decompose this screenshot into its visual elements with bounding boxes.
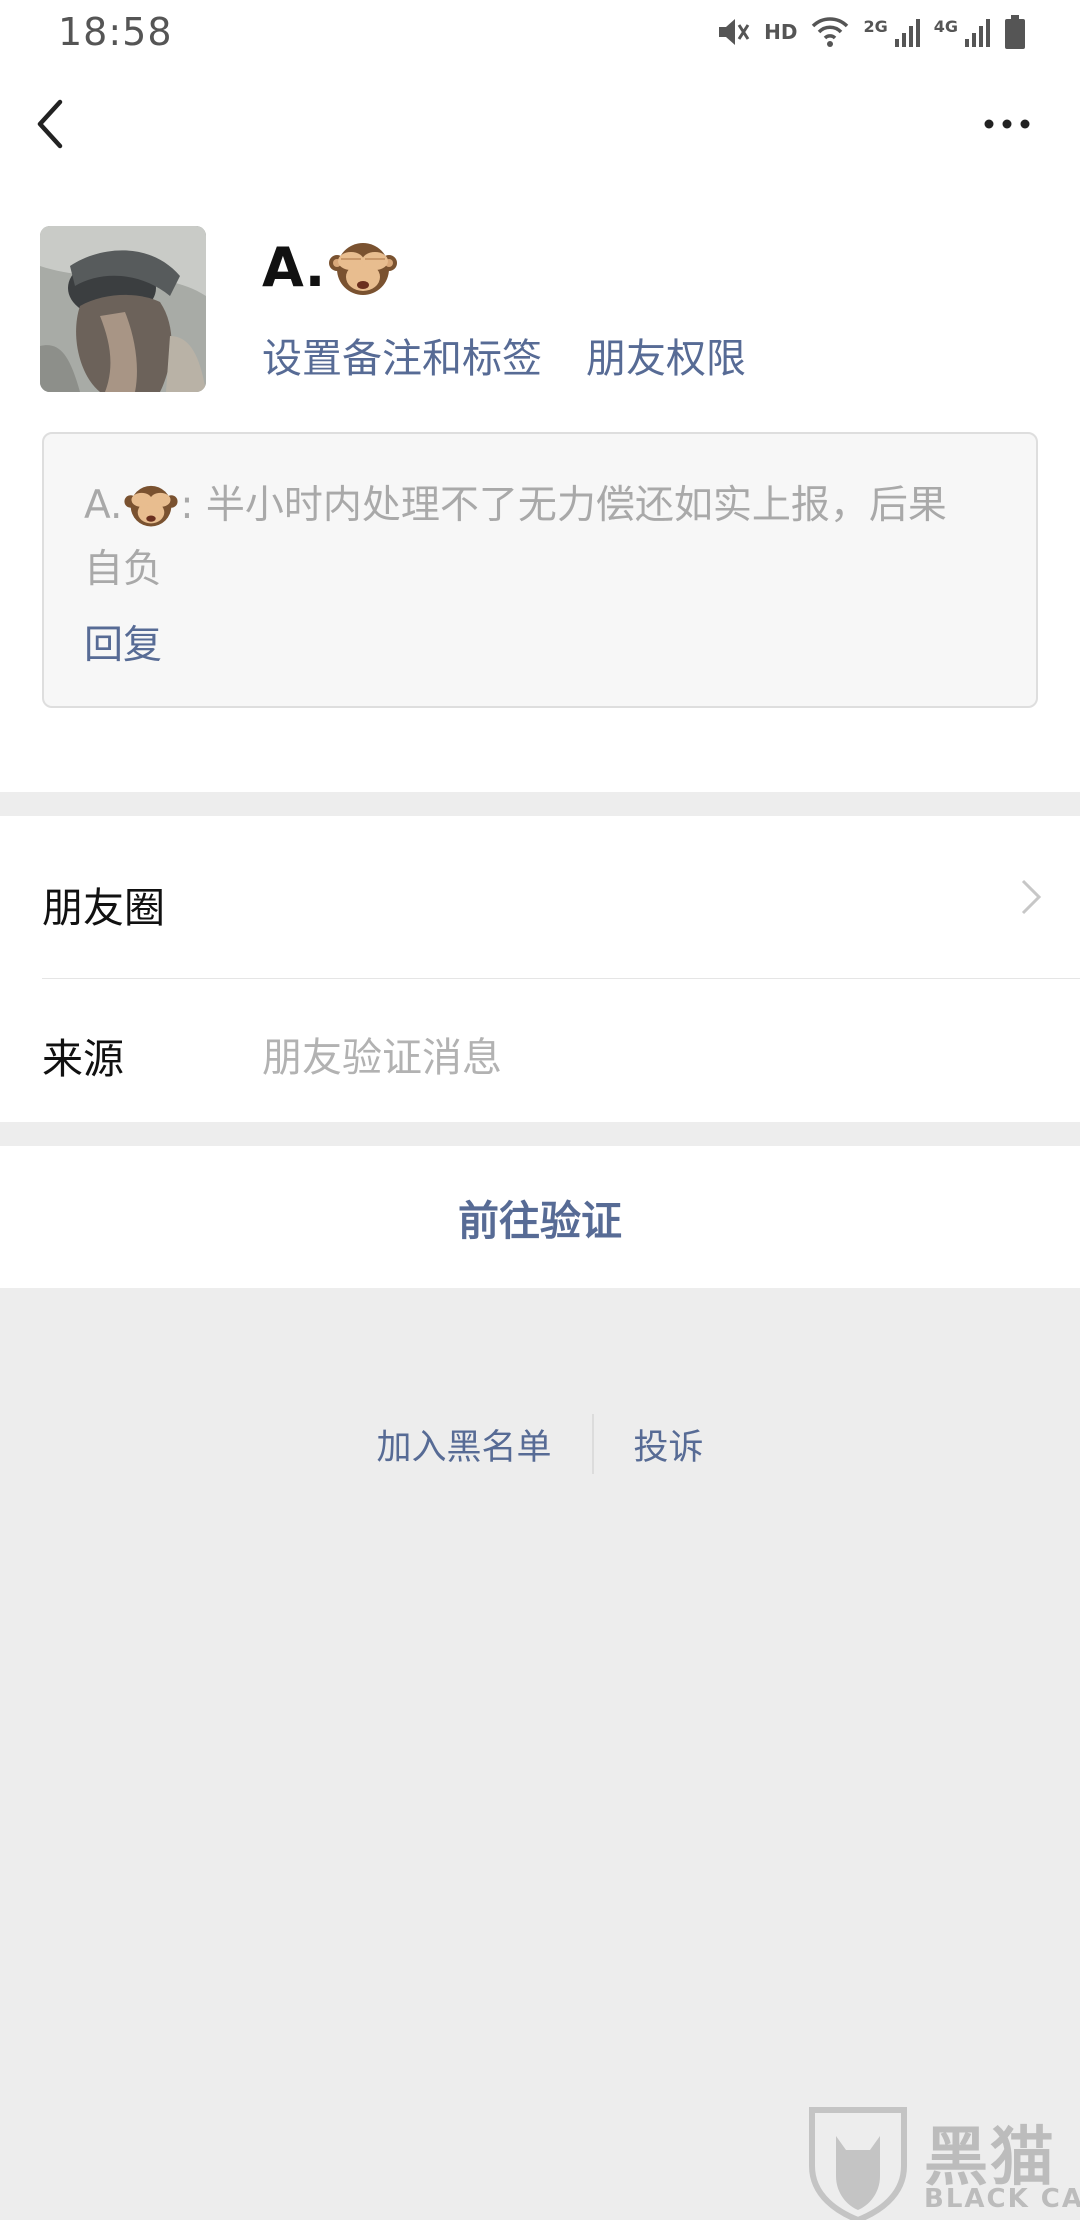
moments-row[interactable]: 朋友圈 (0, 816, 1080, 978)
signal-icon (964, 17, 990, 47)
bottom-actions: 加入黑名单 投诉 (0, 1412, 1080, 1476)
mute-icon (716, 15, 750, 49)
watermark-en: BLACK CAT (924, 2184, 1080, 2214)
battery-icon (1004, 15, 1026, 49)
status-icons: HD 2G 4G (716, 12, 1026, 52)
chevron-right-icon (1021, 879, 1042, 915)
verification-message: A. : 半小时内处理不了无力偿还如实上报，后果自负 (84, 478, 984, 597)
name-row: A. (262, 232, 398, 302)
message-sender: A. (84, 483, 123, 528)
reply-link[interactable]: 回复 (84, 614, 162, 670)
see-no-evil-monkey-icon (329, 233, 398, 301)
verification-message-box: A. : 半小时内处理不了无力偿还如实上报，后果自负 回复 (42, 432, 1038, 708)
more-dots-icon (984, 119, 1030, 129)
contact-name: A. (262, 235, 326, 299)
black-cat-logo-icon (809, 2107, 907, 2220)
network-4g-label: 4G (933, 16, 958, 36)
signal-icon (894, 17, 920, 47)
chevron-left-icon (37, 99, 63, 149)
see-no-evil-monkey-icon (124, 478, 178, 543)
wifi-icon (811, 16, 849, 48)
set-remark-and-tags-link[interactable]: 设置备注和标签 (262, 326, 542, 384)
black-cat-watermark: 黑猫 BLACK CAT (808, 2106, 1080, 2220)
go-verify-label: 前往验证 (458, 1197, 622, 1245)
status-time: 18:58 (58, 10, 173, 54)
source-row: 来源 朋友验证消息 (0, 979, 1080, 1122)
add-to-blacklist-link[interactable]: 加入黑名单 (336, 1419, 591, 1470)
source-value: 朋友验证消息 (262, 1035, 502, 1081)
source-label: 来源 (42, 1035, 124, 1083)
network-2g-label: 2G (863, 16, 888, 36)
back-button[interactable] (30, 98, 74, 150)
hd-label: HD (764, 20, 798, 44)
avatar[interactable] (40, 226, 206, 392)
message-text: : 半小时内处理不了无力偿还如实上报，后果自负 (84, 483, 947, 592)
moments-label: 朋友圈 (42, 884, 165, 932)
more-button[interactable] (982, 108, 1032, 140)
go-verify-button[interactable]: 前往验证 (0, 1146, 1080, 1288)
complaint-link[interactable]: 投诉 (594, 1419, 744, 1470)
info-section: 朋友圈 来源 朋友验证消息 (0, 816, 1080, 1122)
profile-links: 设置备注和标签 朋友权限 (262, 326, 746, 384)
friend-permissions-link[interactable]: 朋友权限 (586, 326, 746, 384)
